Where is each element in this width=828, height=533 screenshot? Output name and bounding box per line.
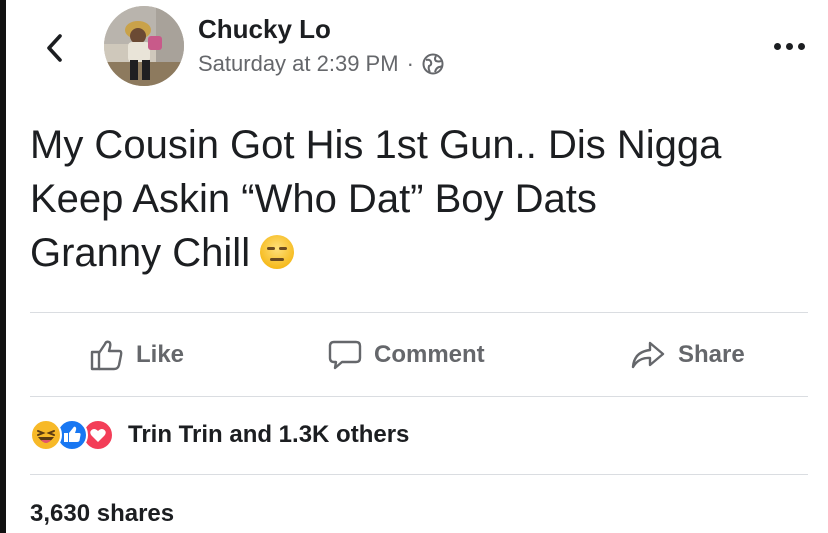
author-name[interactable]: Chucky Lo	[198, 14, 331, 44]
more-options-button[interactable]	[764, 34, 814, 58]
like-button[interactable]: Like	[90, 330, 184, 380]
expressionless-face-emoji	[260, 235, 295, 269]
more-options-icon	[785, 42, 793, 50]
share-arrow-icon	[631, 341, 665, 369]
share-count[interactable]: 3,630 shares	[30, 500, 174, 528]
divider-bottom	[30, 474, 808, 475]
share-label: Share	[678, 341, 745, 368]
post-text: My Cousin Got His 1st Gun.. Dis Nigga Ke…	[30, 118, 810, 280]
more-options-icon	[773, 42, 781, 50]
thumbs-up-icon	[90, 340, 123, 371]
comment-icon	[328, 340, 362, 370]
post-meta: Saturday at 2:39 PM ·	[198, 50, 444, 78]
comment-label: Comment	[374, 341, 485, 368]
avatar-photo	[104, 6, 184, 86]
comment-button[interactable]: Comment	[328, 330, 485, 380]
share-button[interactable]: Share	[630, 330, 745, 380]
divider-middle	[30, 396, 808, 397]
post-text-line-last: Granny Chill	[30, 226, 810, 280]
meta-separator: ·	[406, 51, 414, 76]
left-edge-bar	[0, 0, 6, 533]
post-text-line: Keep Askin “Who Dat” Boy Dats	[30, 177, 597, 221]
post-text-line: My Cousin Got His 1st Gun.. Dis Nigga	[30, 123, 722, 167]
haha-reaction-icon	[30, 419, 62, 451]
more-options-icon	[797, 42, 805, 50]
post-text-line: Granny Chill	[30, 231, 251, 275]
avatar[interactable]	[104, 6, 184, 86]
divider-top	[30, 312, 808, 313]
globe-icon	[422, 53, 444, 75]
action-bar: Like Comment Share	[30, 330, 808, 380]
post-timestamp[interactable]: Saturday at 2:39 PM	[198, 50, 399, 78]
chevron-left-icon	[47, 34, 62, 62]
back-button[interactable]	[34, 28, 74, 68]
like-label: Like	[136, 341, 185, 368]
reactions-row[interactable]: Trin Trin and 1.3K others	[30, 416, 409, 454]
reaction-summary[interactable]: Trin Trin and 1.3K others	[128, 421, 409, 449]
